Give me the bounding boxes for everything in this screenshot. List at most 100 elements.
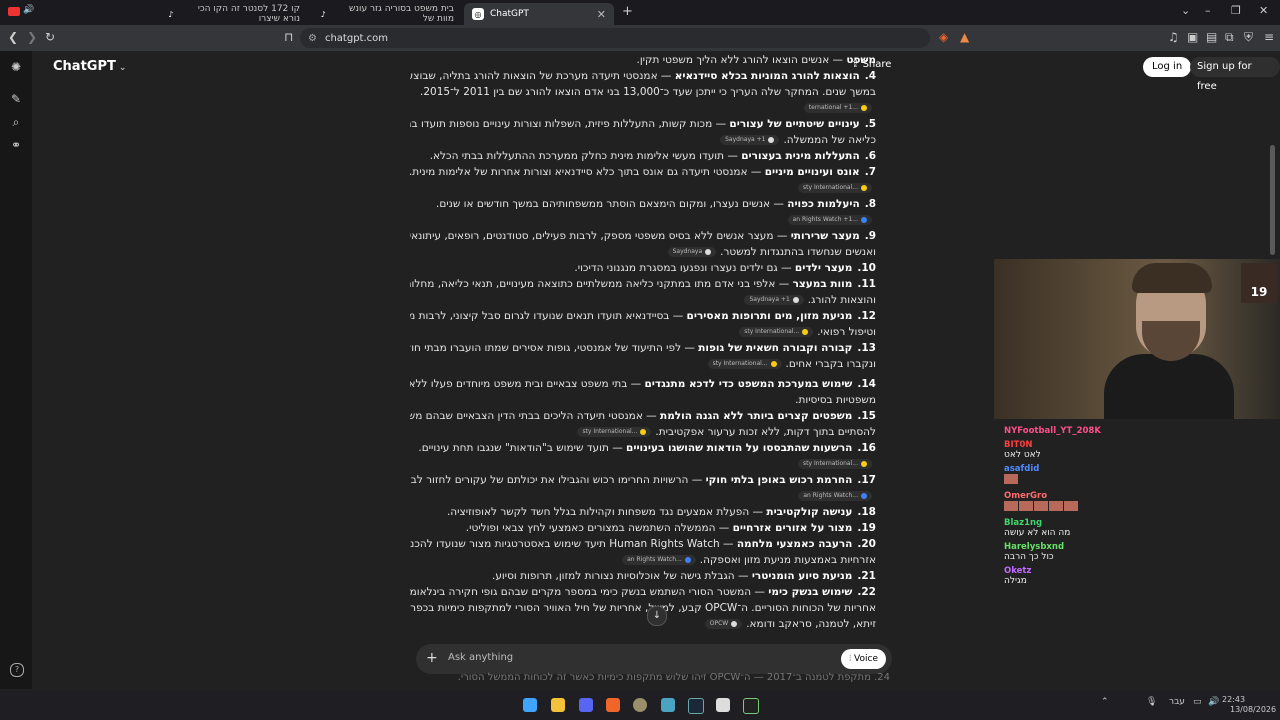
assistant-message: משפט — אנשים הוצאו להורג ללא הליך משפטי … (410, 52, 890, 637)
citation-label: Saydnaya +1 (725, 136, 766, 143)
citation-label: ...sty International (803, 460, 858, 467)
citation-pill[interactable]: Saydnaya +1 (744, 295, 804, 305)
volume-icon[interactable]: 🔊 (1208, 697, 1219, 707)
mic-icon[interactable]: 🎙 (1146, 697, 1157, 707)
network-icon[interactable]: ▭ (1193, 697, 1202, 707)
clock-time[interactable]: 22:43 (1222, 695, 1245, 704)
minimize-icon[interactable]: – (1205, 4, 1211, 17)
message-line: 12. מניעת מזון, מים ותרופות מאסירים — בסי… (410, 308, 876, 324)
item-text: — מעצר אנשים ללא בסיס משפטי מספק, לרבות … (410, 230, 791, 242)
reload-icon[interactable]: ↻ (45, 30, 55, 44)
back-icon[interactable]: ❮ (8, 30, 18, 44)
item-text: כליאה של הממשלה. (783, 134, 876, 146)
citation-pill[interactable]: ...sty International (798, 459, 872, 469)
menu-icon[interactable]: ≡ (1264, 30, 1274, 44)
sidebar-icon[interactable]: ▣ (1187, 30, 1198, 44)
brave-rewards-icon[interactable]: ▲ (960, 30, 969, 44)
tray-chevron-icon[interactable]: ⌃ (1101, 697, 1109, 707)
tab-tiktok-1[interactable]: ♪ קו 172 לסנטר זה הקו הכי נורא שיצרו (158, 3, 308, 25)
chat-message: Oketz מגילה (1004, 566, 1274, 586)
source-icon (640, 428, 647, 435)
message-line: כליאה של הממשלה. Saydnaya +1 (720, 132, 876, 148)
tab-chatgpt[interactable]: ◎ ChatGPT ✕ (464, 3, 614, 25)
chat-message: Harelysbxnd כול כך הרבה (1004, 542, 1274, 562)
language-indicator[interactable]: עבר (1169, 697, 1185, 707)
list-number: 11. (857, 278, 876, 290)
chatgpt-logo-icon[interactable]: ✺ (9, 60, 23, 74)
library-icon[interactable]: ⚭ (9, 138, 23, 152)
app-icon[interactable] (743, 698, 759, 714)
citation-pill[interactable]: ...an Rights Watch (798, 491, 872, 501)
model-selector[interactable]: ChatGPT ⌄ (53, 59, 126, 74)
item-text: — אמנסטי תיעדה הליכים בבתי הדין הצבאיים … (410, 410, 657, 422)
extensions-icon[interactable]: ⧉ (1225, 30, 1234, 45)
message-line: משפטיות בסיסיות. (795, 392, 876, 408)
citation-pill[interactable]: ...an Rights Watch (622, 555, 696, 565)
search-icon[interactable]: ⌕ (9, 115, 23, 129)
url-text: chatgpt.com (324, 32, 389, 44)
close-window-icon[interactable]: ✕ (1259, 4, 1268, 17)
list-number: 19. (857, 522, 876, 534)
item-text: — הפעלת אמצעים נגד משפחות וקהילות בגלל ח… (446, 506, 767, 518)
item-text: — גם ילדים נעצרו ונפגעו במסגרת מנגנוני ה… (574, 262, 795, 274)
item-heading: מוות במעצר (792, 278, 853, 290)
wallet-icon[interactable]: ▤ (1206, 30, 1217, 44)
item-heading: משפטים קצרים ביותר ללא הגנה הולמת (660, 410, 853, 422)
maximize-icon[interactable]: ❐ (1231, 4, 1241, 17)
browser-toolbar: ❮ ❯ ↻ ⊓ ⚙ chatgpt.com ◈ ▲ ♫ ▣ ▤ ⧉ ⛨ ≡ (0, 25, 1280, 51)
citation-pill[interactable]: ...sty International (577, 427, 652, 437)
item-heading: התעללות מינית בעצורים (741, 150, 860, 162)
chat-username: Blaz1ng (1004, 518, 1043, 528)
tab-list-icon[interactable]: ⌄ (1181, 4, 1190, 17)
address-bar[interactable]: ⚙ chatgpt.com (300, 28, 930, 48)
citation-pill[interactable]: ...sty International (707, 359, 782, 369)
chat-username: Harelysbxnd (1004, 542, 1065, 552)
voice-button[interactable]: ⦙ Voice (841, 649, 886, 669)
source-icon (861, 104, 867, 111)
windows-start-icon[interactable] (523, 698, 537, 712)
tab-tiktok-2[interactable]: ♪ בית משפט בסוריה גזר עונש מוות של (310, 3, 462, 25)
steam-icon[interactable] (688, 698, 704, 714)
signup-button[interactable]: Sign up for free (1190, 57, 1280, 92)
close-tab-icon[interactable]: ✕ (597, 8, 606, 21)
app-icon[interactable] (661, 698, 675, 712)
attach-plus-icon[interactable]: + (426, 650, 438, 666)
app-icon[interactable] (633, 698, 647, 712)
brave-shield-icon[interactable]: ◈ (939, 30, 948, 44)
citation-pill[interactable]: Saydnaya +1 (720, 135, 780, 145)
bookmark-icon[interactable]: ⊓ (284, 30, 293, 44)
list-number: 14. (857, 378, 876, 390)
speaker-icon[interactable]: 🔊 (23, 5, 34, 15)
chat-message: OmerGro (1004, 491, 1274, 514)
page-scrollbar[interactable] (1270, 145, 1275, 255)
citation-label: ...sty International (712, 360, 768, 367)
citation-label: ...sty International (582, 428, 638, 435)
citation-pill[interactable]: ...ternational +1 (803, 103, 872, 113)
scroll-down-button[interactable]: ↓ (647, 606, 667, 626)
tab-label: ChatGPT (490, 9, 529, 19)
help-icon[interactable]: ? (10, 663, 24, 677)
site-info-icon[interactable]: ⚙ (308, 33, 317, 44)
source-icon (770, 360, 777, 367)
citation-pill[interactable]: ...sty International (739, 327, 814, 337)
composer[interactable]: + Ask anything ⦙ Voice (416, 644, 892, 674)
app-icon[interactable] (716, 698, 730, 712)
forward-icon[interactable]: ❯ (27, 30, 37, 44)
citation-pill[interactable]: Saydnaya (667, 247, 717, 257)
composer-placeholder[interactable]: Ask anything (448, 652, 513, 663)
windows-taskbar: ⌃ 🎙 עבר ▭ 🔊 22:43 13/08/2026 (0, 690, 1280, 720)
item-text: — לפי התיעוד של אמנסטי, גופות אסירים שמת… (410, 342, 695, 354)
discord-icon[interactable] (579, 698, 593, 712)
clock-date[interactable]: 13/08/2026 (1230, 705, 1276, 714)
citation-pill[interactable]: OPCW (704, 619, 743, 629)
new-tab-button[interactable]: + (622, 4, 633, 19)
citation-pill[interactable]: ...an Rights Watch +1 (787, 215, 872, 225)
login-button[interactable]: Log in (1143, 57, 1192, 77)
new-chat-icon[interactable]: ✎ (9, 92, 23, 106)
brave-icon[interactable] (606, 698, 620, 712)
item-text: — בסיידנאיא תועדו תנאים שנועדו לגרום סבל… (410, 310, 684, 322)
citation-pill[interactable]: ...sty International (798, 183, 872, 193)
media-icon[interactable]: ♫ (1168, 30, 1179, 44)
file-explorer-icon[interactable] (551, 698, 565, 712)
vpn-icon[interactable]: ⛨ (1244, 30, 1253, 45)
